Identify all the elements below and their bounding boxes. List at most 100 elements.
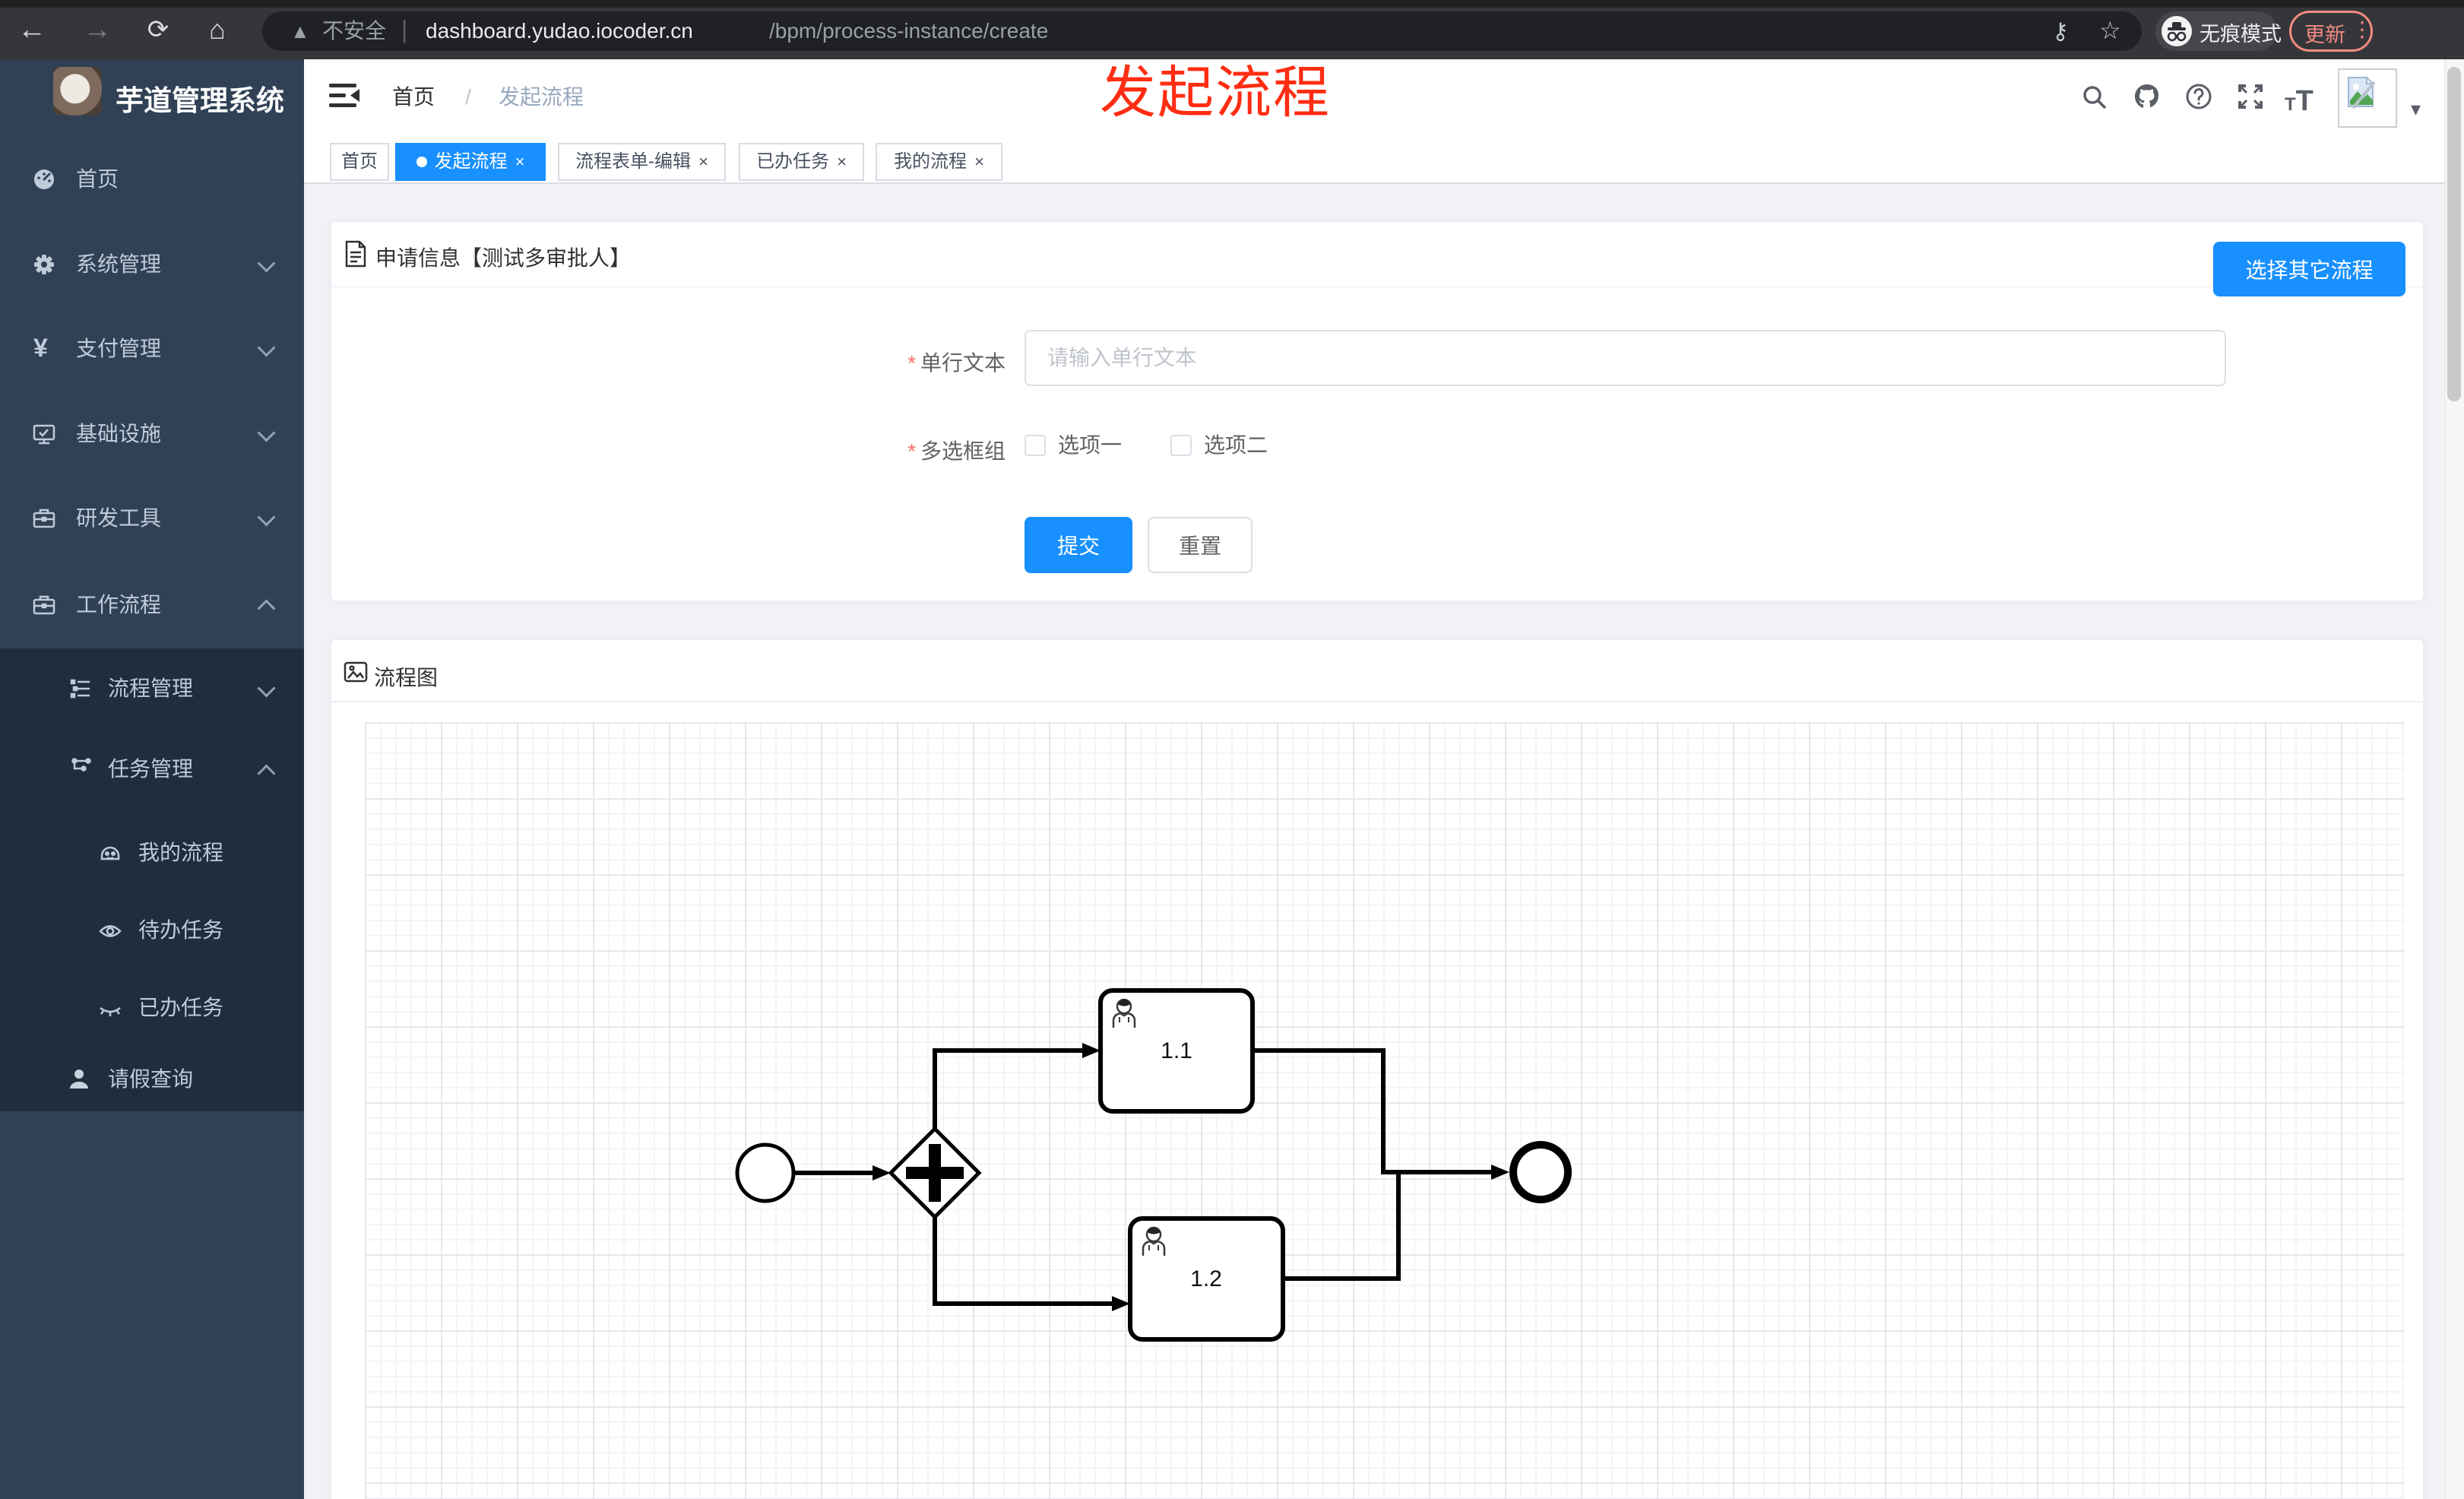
monitor-icon	[32, 422, 56, 446]
tag-my-process[interactable]: 我的流程 ×	[876, 143, 1002, 181]
close-icon[interactable]: ×	[837, 152, 847, 171]
sidebar-item-label: 请假查询	[108, 1067, 194, 1091]
start-event[interactable]	[735, 1142, 796, 1203]
browser-menu-icon[interactable]: ⋮	[2352, 17, 2373, 42]
sidebar-item-devtools[interactable]: 研发工具	[0, 476, 304, 561]
yen-icon: ¥	[33, 334, 48, 363]
sidebar-item-home[interactable]: 首页	[0, 137, 304, 222]
text-field-label: * 单行文本	[907, 351, 1006, 375]
tag-home[interactable]: 首页	[330, 143, 389, 181]
sidebar-item-label: 任务管理	[108, 757, 194, 781]
search-icon[interactable]	[2081, 84, 2108, 111]
scrollbar-thumb[interactable]	[2447, 67, 2461, 401]
tag-form-edit[interactable]: 流程表单-编辑 ×	[558, 143, 726, 181]
end-event[interactable]	[1509, 1141, 1572, 1203]
chevron-up-icon	[257, 764, 276, 783]
gear-icon	[32, 252, 56, 277]
close-icon[interactable]: ×	[515, 152, 525, 171]
github-icon[interactable]	[2133, 82, 2162, 111]
briefcase-icon	[32, 593, 56, 617]
chevron-down-icon	[257, 254, 276, 273]
sidebar-item-payment[interactable]: ¥ 支付管理	[0, 306, 304, 391]
single-line-text-input[interactable]	[1025, 330, 2226, 386]
sidebar-item-todo-tasks[interactable]: 待办任务	[0, 892, 304, 968]
checkbox-option-2-label[interactable]: 选项二	[1204, 433, 1268, 458]
hamburger-fold-icon[interactable]	[329, 81, 366, 111]
key-icon[interactable]: ⚷	[2052, 18, 2069, 45]
flow-icon	[70, 758, 93, 781]
card-divider	[331, 701, 2423, 702]
browser-tabstrip	[0, 0, 2464, 8]
sidebar-item-label: 流程管理	[108, 677, 194, 700]
sidebar-item-leave-query[interactable]: 请假查询	[0, 1046, 304, 1112]
sidebar-item-label: 首页	[76, 167, 119, 191]
sidebar-logo-title[interactable]: 芋道管理系统	[116, 78, 284, 119]
sidebar-item-workflow[interactable]: 工作流程	[0, 563, 304, 648]
user-task-1-2[interactable]: 1.2	[1128, 1216, 1285, 1342]
browser-reload-icon[interactable]: ⟳	[135, 0, 181, 59]
chevron-down-icon[interactable]: ▾	[2411, 97, 2421, 121]
bpmn-diagram: 1.1 1.2	[735, 988, 1572, 1342]
close-icon[interactable]: ×	[974, 152, 984, 171]
tag-done-tasks[interactable]: 已办任务 ×	[739, 143, 864, 181]
required-asterisk: *	[907, 439, 916, 463]
submit-button[interactable]: 提交	[1025, 517, 1132, 573]
incognito-icon	[2162, 16, 2192, 46]
chevron-down-icon	[257, 423, 276, 442]
user-icon	[67, 1067, 91, 1092]
user-task-1-1[interactable]: 1.1	[1098, 988, 1255, 1114]
checkbox-option-1-label[interactable]: 选项一	[1058, 433, 1122, 458]
required-asterisk: *	[907, 351, 916, 375]
apply-info-card	[330, 220, 2424, 602]
chevron-down-icon	[257, 508, 276, 527]
robot-icon	[99, 842, 122, 865]
help-icon[interactable]	[2184, 82, 2213, 111]
sidebar-item-label: 工作流程	[76, 593, 162, 616]
sidebar-logo-avatar[interactable]	[53, 67, 102, 116]
reset-button[interactable]: 重置	[1148, 517, 1253, 573]
tree-list-icon	[70, 677, 93, 700]
star-icon[interactable]: ☆	[2099, 16, 2121, 45]
browser-home-icon[interactable]: ⌂	[195, 0, 240, 59]
broken-image-icon	[2348, 75, 2376, 109]
url-path: /bpm/process-instance/create	[769, 19, 1049, 43]
incognito-label: 无痕模式	[2200, 23, 2282, 46]
sidebar-item-infrastructure[interactable]: 基础设施	[0, 391, 304, 477]
chevron-down-icon	[257, 338, 276, 357]
sidebar-item-process-mgmt[interactable]: 流程管理	[0, 648, 304, 729]
browser-forward-icon[interactable]: →	[74, 0, 120, 59]
sidebar-item-task-mgmt[interactable]: 任务管理	[0, 729, 304, 810]
checkbox-option-2[interactable]	[1170, 435, 1192, 456]
browser-back-icon[interactable]: ←	[9, 0, 55, 59]
image-icon	[344, 660, 368, 684]
close-icon[interactable]: ×	[698, 152, 708, 171]
card-divider	[331, 286, 2423, 287]
document-icon	[344, 240, 368, 268]
sidebar-item-system[interactable]: 系统管理	[0, 222, 304, 307]
breadcrumb-home[interactable]: 首页	[392, 59, 435, 135]
eye-icon	[99, 920, 122, 943]
url-domain: dashboard.yudao.iocoder.cn	[426, 19, 693, 43]
bpmn-canvas[interactable]: 1.1 1.2	[365, 722, 2405, 1499]
chevron-up-icon	[257, 599, 276, 618]
font-size-icon[interactable]: TT	[2285, 85, 2314, 118]
sidebar-item-done-tasks[interactable]: 已办任务	[0, 970, 304, 1046]
tag-label: 首页	[341, 151, 378, 172]
apply-info-title: 申请信息【测试多审批人】	[375, 246, 632, 270]
sidebar-item-my-process[interactable]: 我的流程	[0, 815, 304, 891]
dashboard-icon	[32, 167, 56, 192]
sidebar-item-label: 研发工具	[76, 506, 162, 530]
tag-start-process[interactable]: 发起流程 ×	[395, 143, 546, 181]
choose-other-process-button[interactable]: 选择其它流程	[2213, 242, 2405, 296]
checkbox-option-1[interactable]	[1025, 435, 1046, 456]
task-label: 1.2	[1190, 1266, 1222, 1291]
tag-label: 流程表单-编辑	[575, 151, 692, 172]
breadcrumb-current: 发起流程	[499, 85, 584, 109]
security-label: 不安全	[322, 19, 387, 43]
briefcase-icon	[32, 506, 56, 531]
avatar[interactable]	[2338, 68, 2397, 128]
reset-label: 重置	[1178, 534, 1221, 558]
chevron-down-icon	[257, 679, 276, 698]
parallel-gateway[interactable]	[888, 1126, 982, 1220]
fullscreen-icon[interactable]	[2236, 82, 2265, 111]
